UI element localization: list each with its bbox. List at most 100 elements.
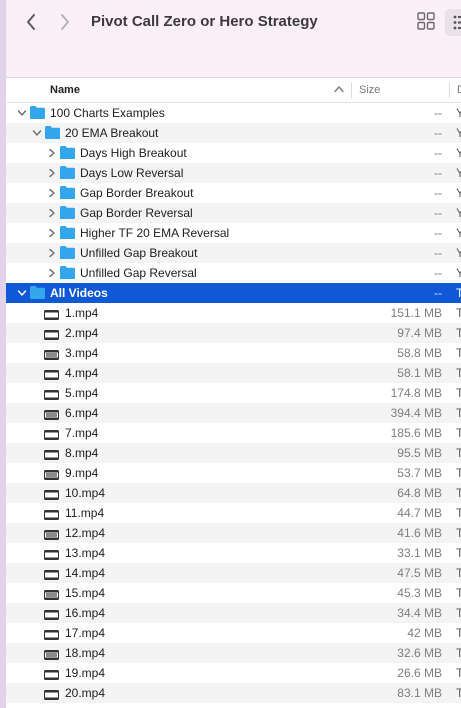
- folder-row[interactable]: Days Low Reversal -- Y: [6, 163, 461, 183]
- column-divider[interactable]: [351, 82, 352, 98]
- folder-row[interactable]: Days High Breakout -- Y: [6, 143, 461, 163]
- item-size: 64.8 MB: [397, 486, 442, 500]
- file-row[interactable]: 4.mp4 58.1 MB T: [6, 363, 461, 383]
- disclosure-collapsed-icon[interactable]: [46, 187, 58, 199]
- item-size: --: [434, 246, 442, 260]
- item-date: T: [456, 426, 461, 440]
- item-size: 95.5 MB: [397, 446, 442, 460]
- folder-row[interactable]: 20 EMA Breakout -- Y: [6, 123, 461, 143]
- item-size: 33.1 MB: [397, 546, 442, 560]
- forward-button[interactable]: [54, 11, 76, 33]
- item-name: 19.mp4: [65, 666, 106, 680]
- file-row[interactable]: 15.mp4 45.3 MB T: [6, 583, 461, 603]
- disclosure-collapsed-icon[interactable]: [46, 247, 58, 259]
- item-size: 42 MB: [407, 626, 442, 640]
- item-name: Unfilled Gap Reversal: [80, 266, 197, 280]
- item-name: 4.mp4: [65, 366, 99, 380]
- item-size: --: [434, 106, 442, 120]
- file-row[interactable]: 9.mp4 53.7 MB T: [6, 463, 461, 483]
- item-size: --: [434, 146, 442, 160]
- column-divider[interactable]: [449, 82, 450, 98]
- disclosure-collapsed-icon[interactable]: [46, 227, 58, 239]
- item-name: 8.mp4: [65, 446, 99, 460]
- window-title: Pivot Call Zero or Hero Strategy: [91, 13, 318, 30]
- item-size: 58.8 MB: [397, 346, 442, 360]
- folder-row[interactable]: Higher TF 20 EMA Reversal -- Y: [6, 223, 461, 243]
- folder-row[interactable]: Unfilled Gap Breakout -- Y: [6, 243, 461, 263]
- item-date: T: [456, 366, 461, 380]
- folder-row[interactable]: Gap Border Reversal -- Y: [6, 203, 461, 223]
- date-column-header[interactable]: D: [457, 84, 461, 96]
- folder-row[interactable]: All Videos -- T: [6, 283, 461, 303]
- disclosure-collapsed-icon[interactable]: [46, 167, 58, 179]
- more-options-icon: [453, 15, 461, 30]
- item-name: 6.mp4: [65, 406, 99, 420]
- folder-row[interactable]: Unfilled Gap Reversal -- Y: [6, 263, 461, 283]
- file-row[interactable]: 1.mp4 151.1 MB T: [6, 303, 461, 323]
- item-name: Gap Border Reversal: [80, 206, 193, 220]
- disclosure-collapsed-icon[interactable]: [46, 207, 58, 219]
- file-row[interactable]: 20.mp4 83.1 MB T: [6, 683, 461, 703]
- file-row[interactable]: 11.mp4 44.7 MB T: [6, 503, 461, 523]
- file-row[interactable]: 2.mp4 97.4 MB T: [6, 323, 461, 343]
- item-size: 58.1 MB: [397, 366, 442, 380]
- item-date: Y: [456, 266, 461, 280]
- sort-ascending-icon[interactable]: [334, 85, 344, 93]
- file-row[interactable]: 8.mp4 95.5 MB T: [6, 443, 461, 463]
- item-name: 100 Charts Examples: [50, 106, 165, 120]
- file-row[interactable]: 13.mp4 33.1 MB T: [6, 543, 461, 563]
- item-date: T: [456, 566, 461, 580]
- item-name: Days Low Reversal: [80, 166, 184, 180]
- disclosure-expanded-icon[interactable]: [16, 107, 28, 119]
- item-size: --: [434, 286, 442, 300]
- item-size: 97.4 MB: [397, 326, 442, 340]
- folder-row[interactable]: Gap Border Breakout -- Y: [6, 183, 461, 203]
- item-size: --: [434, 186, 442, 200]
- item-date: T: [456, 506, 461, 520]
- more-options-button[interactable]: [445, 9, 461, 36]
- file-row[interactable]: 6.mp4 394.4 MB T: [6, 403, 461, 423]
- file-row[interactable]: 10.mp4 64.8 MB T: [6, 483, 461, 503]
- item-size: 41.6 MB: [397, 526, 442, 540]
- item-name: 14.mp4: [65, 566, 106, 580]
- file-row[interactable]: 7.mp4 185.6 MB T: [6, 423, 461, 443]
- chevron-left-icon: [27, 14, 35, 30]
- item-date: T: [456, 586, 461, 600]
- file-row[interactable]: 16.mp4 34.4 MB T: [6, 603, 461, 623]
- item-name: 9.mp4: [65, 466, 99, 480]
- item-size: 34.4 MB: [397, 606, 442, 620]
- item-size: 174.8 MB: [390, 386, 442, 400]
- file-row[interactable]: 14.mp4 47.5 MB T: [6, 563, 461, 583]
- item-name: Unfilled Gap Breakout: [80, 246, 198, 260]
- file-row[interactable]: 12.mp4 41.6 MB T: [6, 523, 461, 543]
- item-name: Higher TF 20 EMA Reversal: [80, 226, 230, 240]
- item-name: 2.mp4: [65, 326, 99, 340]
- item-date: T: [456, 646, 461, 660]
- disclosure-expanded-icon[interactable]: [31, 127, 43, 139]
- back-button[interactable]: [20, 11, 42, 33]
- item-date: Y: [456, 186, 461, 200]
- name-column-header[interactable]: Name: [50, 84, 80, 96]
- disclosure-collapsed-icon[interactable]: [46, 147, 58, 159]
- view-mode-button[interactable]: [417, 12, 437, 32]
- size-column-header[interactable]: Size: [359, 84, 380, 96]
- item-size: 47.5 MB: [397, 566, 442, 580]
- item-name: 3.mp4: [65, 346, 99, 360]
- disclosure-expanded-icon[interactable]: [16, 287, 28, 299]
- item-date: T: [456, 686, 461, 700]
- finder-toolbar: Pivot Call Zero or Hero Strategy: [6, 0, 461, 78]
- item-size: 32.6 MB: [397, 646, 442, 660]
- file-row[interactable]: 17.mp4 42 MB T: [6, 623, 461, 643]
- file-row[interactable]: 5.mp4 174.8 MB T: [6, 383, 461, 403]
- folder-row[interactable]: 100 Charts Examples -- Y: [6, 103, 461, 123]
- item-name: Days High Breakout: [80, 146, 187, 160]
- file-row[interactable]: 3.mp4 58.8 MB T: [6, 343, 461, 363]
- disclosure-collapsed-icon[interactable]: [46, 267, 58, 279]
- item-date: Y: [456, 146, 461, 160]
- item-name: 20 EMA Breakout: [65, 126, 159, 140]
- file-row[interactable]: 19.mp4 26.6 MB T: [6, 663, 461, 683]
- file-row[interactable]: 18.mp4 32.6 MB T: [6, 643, 461, 663]
- item-date: T: [456, 406, 461, 420]
- item-name: 12.mp4: [65, 526, 106, 540]
- item-size: 45.3 MB: [397, 586, 442, 600]
